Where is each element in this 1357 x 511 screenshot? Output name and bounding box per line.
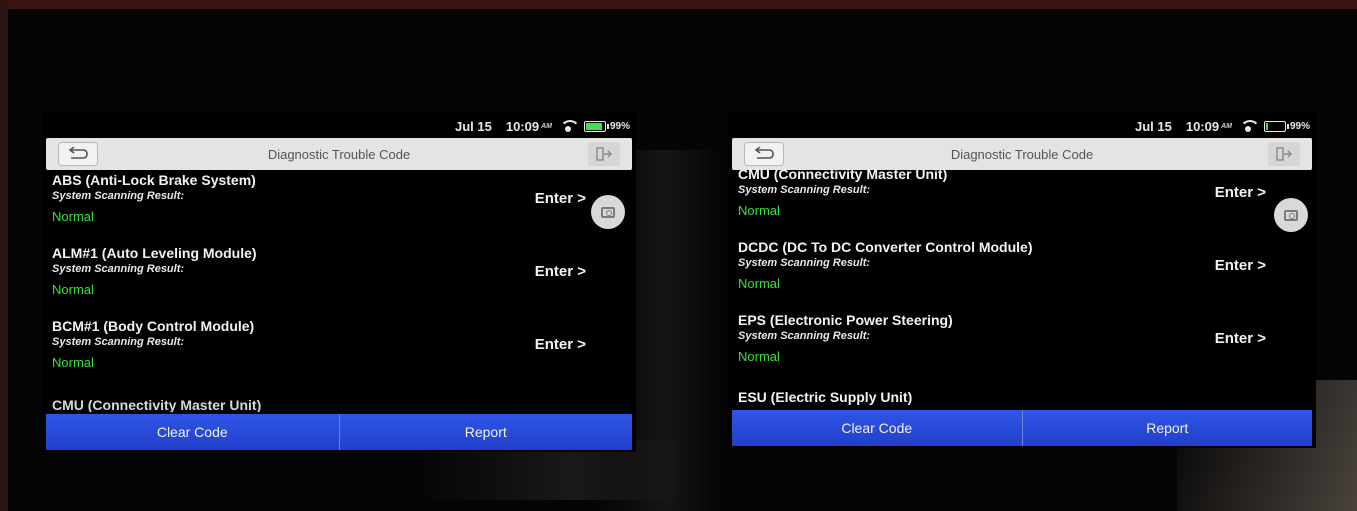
back-button[interactable] (58, 142, 98, 166)
photo-background: Jul 15 10:09 AM 99% Diagnostic Trouble C… (0, 0, 1357, 511)
camera-icon (601, 206, 615, 218)
list-item[interactable]: CMU (Connectivity Master Unit) System Sc… (738, 166, 1306, 239)
status-bar: Jul 15 10:09 AM 99% (455, 112, 630, 140)
report-button[interactable]: Report (338, 414, 632, 450)
exit-button[interactable] (1268, 142, 1300, 166)
clear-code-button[interactable]: Clear Code (46, 414, 339, 450)
list-item[interactable]: BCM#1 (Body Control Module) System Scann… (52, 318, 626, 391)
scan-result-value: Normal (738, 203, 780, 218)
system-list: ABS (Anti-Lock Brake System) System Scan… (52, 172, 626, 412)
enter-button[interactable]: Enter > (535, 263, 586, 280)
enter-button[interactable]: Enter > (1215, 257, 1266, 274)
scan-result-value: Normal (738, 276, 780, 291)
enter-button[interactable]: Enter > (1215, 330, 1266, 347)
system-name: CMU (Connectivity Master Unit) (738, 166, 948, 182)
scan-result-value: Normal (52, 355, 94, 370)
photo-border-top (0, 0, 1357, 9)
scan-result-value: Normal (52, 209, 94, 224)
enter-button[interactable]: Enter > (1215, 184, 1266, 201)
system-name: ABS (Anti-Lock Brake System) (52, 172, 256, 188)
system-name: BCM#1 (Body Control Module) (52, 318, 255, 334)
enter-button[interactable]: Enter > (535, 190, 586, 207)
screenshot-button[interactable] (1274, 198, 1308, 232)
status-time: 10:09 (505, 118, 540, 134)
status-ampm: AM (1221, 122, 1232, 130)
wifi-icon (1239, 120, 1260, 132)
exit-icon (1276, 147, 1292, 161)
list-item[interactable]: EPS (Electronic Power Steering) System S… (738, 312, 1306, 385)
list-item[interactable]: ALM#1 (Auto Leveling Module) System Scan… (52, 245, 626, 318)
list-item[interactable]: ABS (Anti-Lock Brake System) System Scan… (52, 172, 626, 245)
page-title: Diagnostic Trouble Code (950, 146, 1094, 162)
scan-result-value: Normal (52, 282, 94, 297)
title-bar: Diagnostic Trouble Code (46, 138, 632, 170)
scan-result-value: Normal (738, 349, 780, 364)
back-arrow-icon (68, 147, 88, 159)
system-name: DCDC (DC To DC Converter Control Module) (738, 239, 1033, 255)
back-button[interactable] (744, 142, 784, 166)
system-list: CMU (Connectivity Master Unit) System Sc… (738, 166, 1306, 408)
enter-button[interactable]: Enter > (535, 336, 586, 353)
action-bar: Clear Code Report (732, 410, 1312, 446)
back-arrow-icon (754, 147, 774, 159)
battery-percent: 99% (1289, 120, 1310, 132)
status-ampm: AM (541, 122, 552, 130)
exit-button[interactable] (588, 142, 620, 166)
list-item[interactable]: ESU (Electric Supply Unit) (738, 389, 1306, 408)
system-name: EPS (Electronic Power Steering) (738, 312, 953, 328)
screenshot-button[interactable] (591, 195, 625, 229)
battery-icon (583, 120, 609, 132)
status-date: Jul 15 (1134, 118, 1172, 134)
clear-code-button[interactable]: Clear Code (732, 410, 1022, 446)
status-time: 10:09 (1185, 118, 1220, 134)
wifi-icon (559, 120, 580, 132)
list-item[interactable]: CMU (Connectivity Master Unit) (52, 397, 626, 412)
system-name: ESU (Electric Supply Unit) (738, 389, 913, 405)
report-button[interactable]: Report (1021, 410, 1312, 446)
page-title: Diagnostic Trouble Code (267, 146, 411, 162)
right-device-screen: Jul 15 10:09 AM 99% Diagnostic Trouble C… (728, 112, 1316, 448)
action-bar: Clear Code Report (46, 414, 632, 450)
status-bar: Jul 15 10:09 AM 99% (1135, 112, 1310, 140)
list-item[interactable]: DCDC (DC To DC Converter Control Module)… (738, 239, 1306, 312)
battery-percent: 99% (609, 120, 630, 132)
photo-border-left (0, 0, 8, 511)
camera-icon (1284, 209, 1298, 221)
system-name: CMU (Connectivity Master Unit) (52, 397, 262, 412)
exit-icon (596, 147, 612, 161)
status-date: Jul 15 (454, 118, 492, 134)
system-name: ALM#1 (Auto Leveling Module) (52, 245, 257, 261)
battery-icon (1263, 120, 1289, 132)
left-device-screen: Jul 15 10:09 AM 99% Diagnostic Trouble C… (42, 112, 636, 452)
